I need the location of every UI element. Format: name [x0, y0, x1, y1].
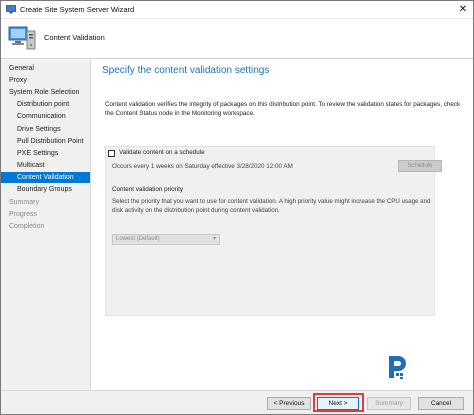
validate-schedule-checkbox[interactable] [108, 150, 115, 157]
sidebar-item-boundary-groups[interactable]: Boundary Groups [17, 184, 72, 195]
header-title: Content Validation [44, 33, 105, 42]
next-button-highlight [313, 393, 364, 412]
priority-heading: Content validation priority [112, 186, 184, 193]
sidebar-item-content-validation[interactable]: Content Validation [1, 172, 90, 183]
window-title: Create Site System Server Wizard [20, 5, 135, 14]
schedule-button[interactable]: Schedule [398, 160, 442, 172]
brand-logo-icon [389, 356, 406, 379]
sidebar-item-proxy[interactable]: Proxy [9, 75, 27, 86]
schedule-description: Occurs every 1 weeks on Saturday effecti… [112, 163, 293, 170]
sidebar-item-communication[interactable]: Communication [17, 111, 66, 122]
chevron-down-icon: ▾ [212, 236, 216, 242]
wizard-header: Content Validation [1, 19, 473, 59]
computer-icon [6, 5, 16, 14]
cancel-button[interactable]: Cancel [418, 397, 464, 410]
computer-server-icon [8, 26, 36, 50]
close-icon[interactable]: ✕ [457, 4, 469, 16]
wizard-window: Create Site System Server Wizard ✕ Conte… [0, 0, 474, 415]
validation-settings-panel: Validate content on a schedule Occurs ev… [105, 146, 442, 316]
summary-button: Summary [367, 397, 411, 410]
wizard-footer: < Previous Next > Summary Cancel [1, 390, 473, 414]
page-description: Content validation verifies the integrit… [105, 101, 461, 117]
sidebar-item-multicast[interactable]: Multicast [17, 160, 45, 171]
sidebar-item-completion: Completion [9, 223, 45, 230]
wizard-sidebar: General Proxy System Role Selection Dist… [1, 60, 91, 390]
sidebar-item-system-role-selection[interactable]: System Role Selection [9, 87, 79, 98]
previous-button[interactable]: < Previous [267, 397, 311, 410]
priority-select[interactable]: Lowest (Default) ▾ [112, 234, 220, 245]
sidebar-item-distribution-point[interactable]: Distribution point [17, 99, 69, 110]
sidebar-item-summary: Summary [9, 199, 39, 206]
sidebar-item-pxe-settings[interactable]: PXE Settings [17, 148, 58, 159]
sidebar-item-pull-distribution-point[interactable]: Pull Distribution Point [17, 136, 84, 147]
wizard-content: Specify the content validation settings … [92, 60, 473, 390]
priority-description: Select the priority that you want to use… [112, 198, 431, 214]
page-title: Specify the content validation settings [102, 65, 270, 76]
title-bar: Create Site System Server Wizard ✕ [1, 1, 473, 19]
validate-schedule-label[interactable]: Validate content on a schedule [119, 149, 205, 156]
sidebar-item-progress: Progress [9, 211, 38, 218]
sidebar-item-drive-settings[interactable]: Drive Settings [17, 124, 61, 135]
sidebar-item-general[interactable]: General [9, 63, 34, 74]
priority-select-value: Lowest (Default) [116, 236, 160, 242]
